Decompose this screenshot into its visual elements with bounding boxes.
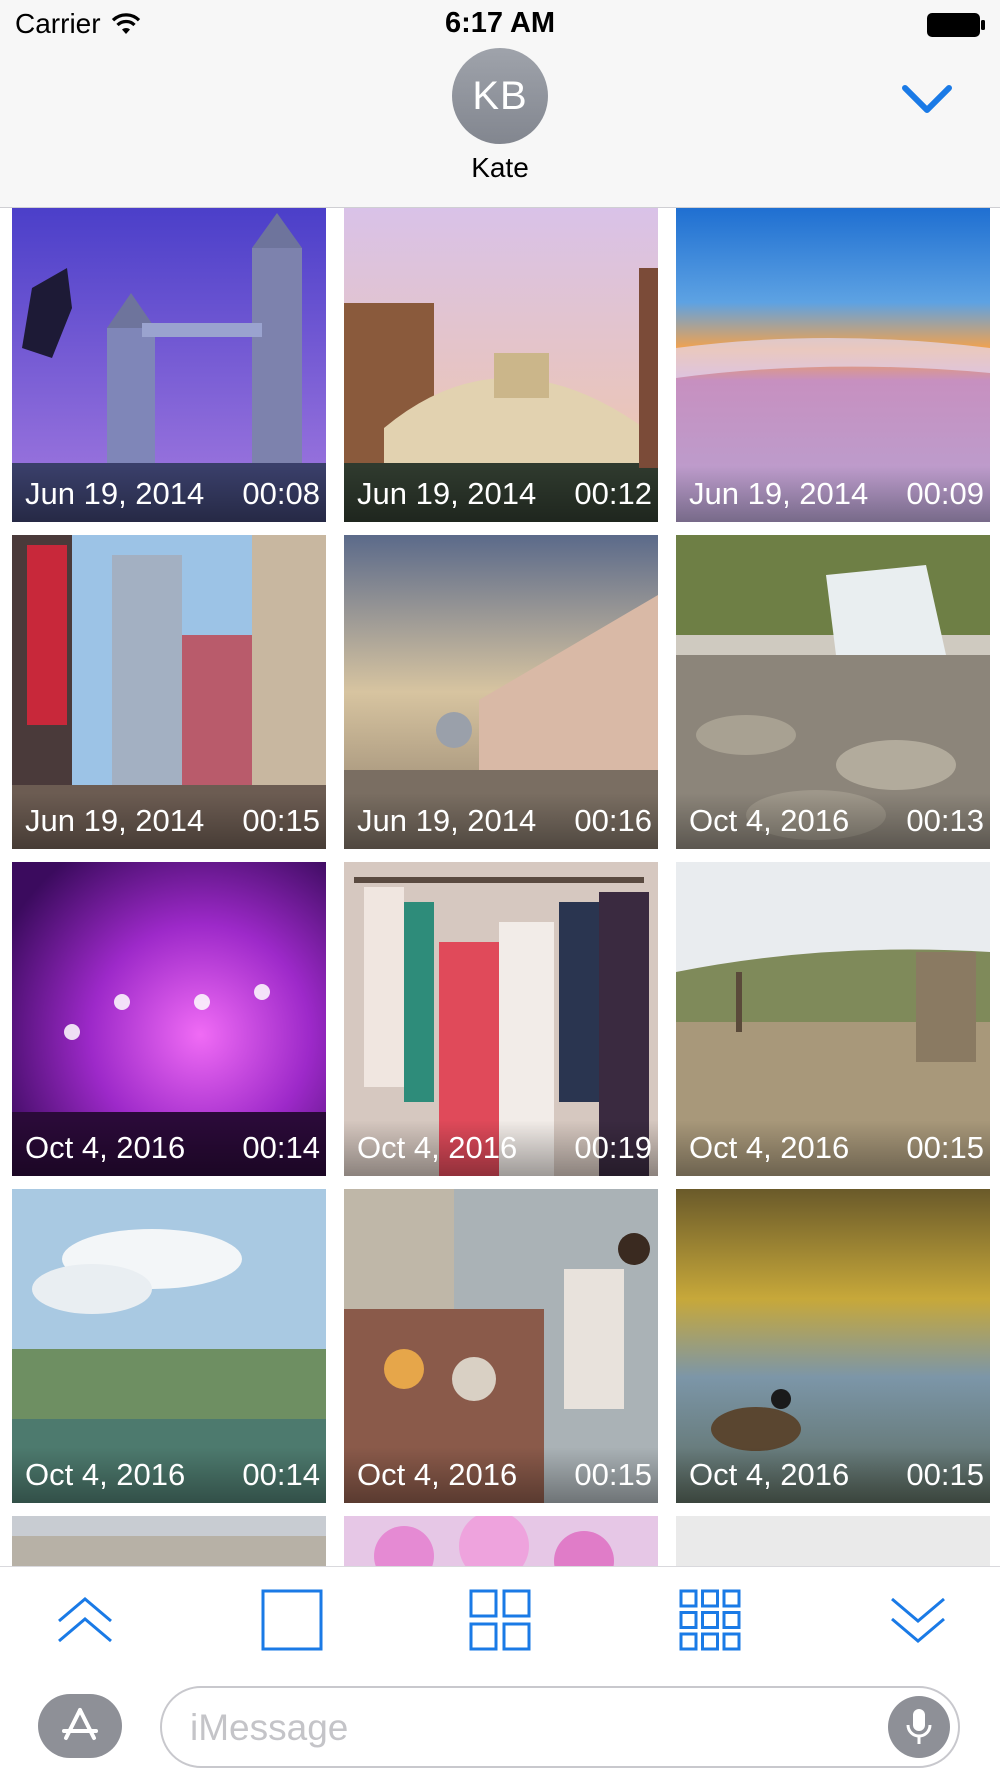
video-tile[interactable]: Oct 4, 2016 00:19 [344,862,658,1176]
scroll-down-button[interactable] [883,1585,953,1655]
video-date: Oct 4, 2016 [357,1130,518,1165]
video-caption: Oct 4, 2016 00:14 [12,1120,326,1176]
video-caption: Oct 4, 2016 00:15 [676,1447,990,1503]
contact-name[interactable]: Kate [0,152,1000,184]
video-thumbnail [676,1516,990,1566]
video-date: Oct 4, 2016 [357,1457,518,1492]
video-caption: Jun 19, 2014 00:16 [344,793,658,849]
video-caption: Jun 19, 2014 00:12 [344,466,658,522]
video-caption: Oct 4, 2016 00:15 [344,1447,658,1503]
video-date: Jun 19, 2014 [25,476,205,511]
video-date: Jun 19, 2014 [25,803,205,838]
video-duration: 00:13 [906,803,984,838]
video-duration: 00:14 [242,1130,320,1165]
collapse-chevron-icon[interactable] [900,80,954,120]
status-bar: Carrier 6:17 AM [0,0,1000,50]
layout-toolbar [0,1566,1000,1674]
message-input[interactable] [190,1700,870,1756]
video-tile[interactable] [344,1516,658,1566]
video-duration: 00:12 [574,476,652,511]
video-caption: Jun 19, 2014 00:15 [12,793,326,849]
video-duration: 00:09 [906,476,984,511]
conversation-header: Carrier 6:17 AM KB Kate [0,0,1000,208]
grid-3x3-button[interactable] [675,1585,745,1655]
video-tile[interactable] [676,1516,990,1566]
video-tile[interactable]: Jun 19, 2014 00:16 [344,535,658,849]
single-view-button[interactable] [257,1585,327,1655]
scroll-up-button[interactable] [50,1585,120,1655]
video-tile[interactable]: Oct 4, 2016 00:15 [676,1189,990,1503]
single-square-icon [261,1589,323,1651]
grid-2x2-button[interactable] [465,1585,535,1655]
video-caption: Oct 4, 2016 00:13 [676,793,990,849]
video-date: Jun 19, 2014 [357,803,537,838]
video-duration: 00:19 [574,1130,652,1165]
video-duration: 00:16 [574,803,652,838]
video-duration: 00:15 [574,1457,652,1492]
app-store-icon [62,1708,98,1740]
chevron-up-icon [58,1597,112,1643]
microphone-icon [906,1709,932,1744]
video-tile[interactable]: Oct 4, 2016 00:15 [344,1189,658,1503]
video-date: Oct 4, 2016 [25,1130,186,1165]
video-date: Oct 4, 2016 [689,1457,850,1492]
video-grid: Jun 19, 2014 00:08 Jun 19, 2014 00:12 Ju… [0,208,1000,1566]
chevron-down-icon [891,1597,945,1643]
grid-3x3-icon [679,1589,741,1651]
contact-avatar[interactable]: KB [452,48,548,144]
video-date: Oct 4, 2016 [689,803,850,838]
message-field [160,1686,960,1768]
video-date: Jun 19, 2014 [357,476,537,511]
video-tile[interactable]: Jun 19, 2014 00:12 [344,208,658,522]
message-input-bar [0,1674,1000,1778]
video-caption: Oct 4, 2016 00:19 [344,1120,658,1176]
grid-2x2-icon [469,1589,531,1651]
video-date: Jun 19, 2014 [689,476,869,511]
video-caption: Oct 4, 2016 00:15 [676,1120,990,1176]
video-caption: Oct 4, 2016 00:14 [12,1447,326,1503]
video-tile[interactable]: Oct 4, 2016 00:13 [676,535,990,849]
video-caption: Jun 19, 2014 00:08 [12,466,326,522]
video-tile[interactable]: Oct 4, 2016 00:15 [676,862,990,1176]
video-tile[interactable] [12,1516,326,1566]
dictation-button[interactable] [888,1696,950,1758]
video-duration: 00:14 [242,1457,320,1492]
video-tile[interactable]: Oct 4, 2016 00:14 [12,862,326,1176]
video-duration: 00:15 [242,803,320,838]
battery-icon [927,13,985,37]
video-duration: 00:15 [906,1130,984,1165]
video-thumbnail [12,1516,326,1566]
video-tile[interactable]: Oct 4, 2016 00:14 [12,1189,326,1503]
video-caption: Jun 19, 2014 00:09 [676,466,990,522]
video-tile[interactable]: Jun 19, 2014 00:09 [676,208,990,522]
video-tile[interactable]: Jun 19, 2014 00:15 [12,535,326,849]
video-date: Oct 4, 2016 [25,1457,186,1492]
app-store-button[interactable] [38,1694,122,1758]
status-time: 6:17 AM [444,7,556,39]
video-duration: 00:15 [906,1457,984,1492]
video-duration: 00:08 [242,476,320,511]
video-tile[interactable]: Jun 19, 2014 00:08 [12,208,326,522]
video-date: Oct 4, 2016 [689,1130,850,1165]
video-thumbnail [344,1516,658,1566]
